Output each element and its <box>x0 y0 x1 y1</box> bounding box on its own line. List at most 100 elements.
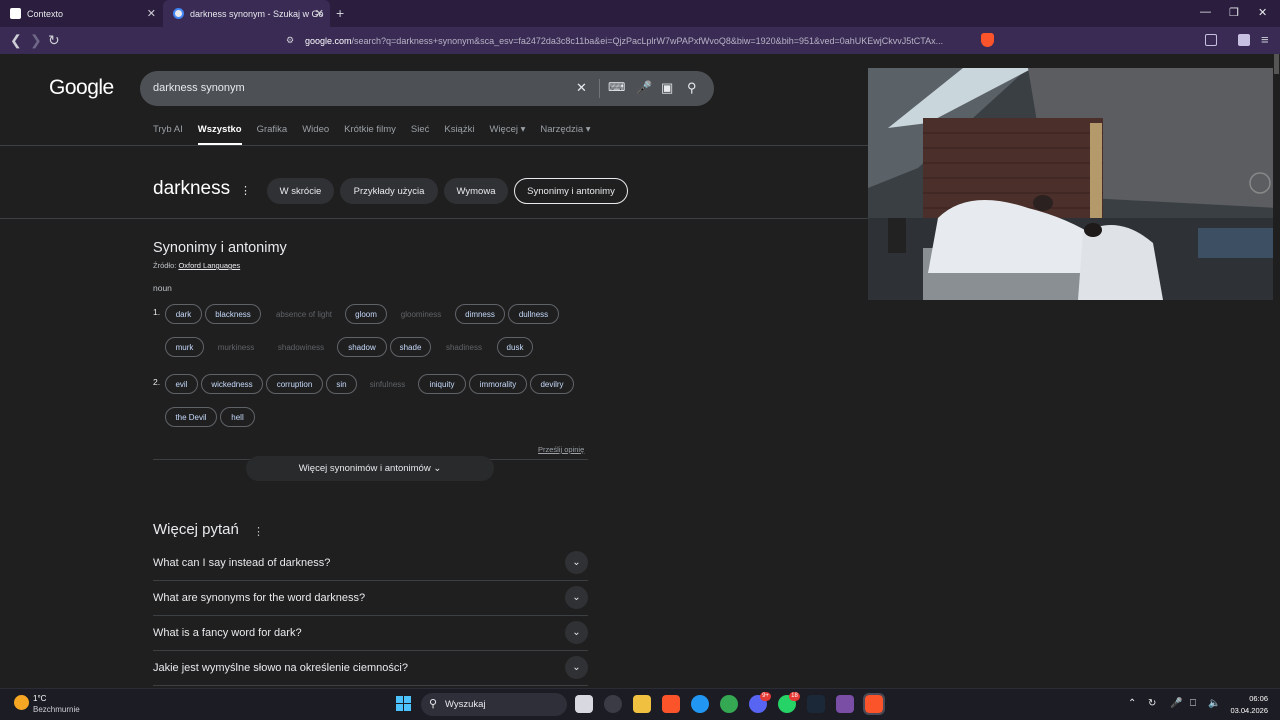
microphone-icon[interactable]: 🎤 <box>636 80 652 96</box>
synonym-chip[interactable]: dimness <box>455 304 505 324</box>
tab-contexto[interactable]: Contexto ✕ <box>0 0 162 27</box>
close-window-button[interactable]: ✕ <box>1258 6 1267 19</box>
sidebar-icon[interactable] <box>1205 34 1217 46</box>
chip-przyklady-uzycia[interactable]: Przykłady użycia <box>340 178 438 204</box>
chevron-down-icon[interactable]: ⌄ <box>565 656 588 679</box>
brave-active-icon[interactable] <box>863 693 885 715</box>
weather-temperature[interactable]: 1°C <box>33 694 46 703</box>
taskbar-search[interactable]: ⚲ Wyszukaj <box>421 693 567 716</box>
synonym-chip[interactable]: shadow <box>337 337 387 357</box>
chevron-down-icon[interactable]: ⌄ <box>565 551 588 574</box>
microphone-icon[interactable]: 🎤 <box>1170 698 1182 709</box>
maps-icon[interactable] <box>836 695 854 713</box>
tab-wiecej[interactable]: Więcej ▾ <box>489 124 525 145</box>
question-item[interactable]: What is a fancy word for dark? ⌄ <box>153 616 588 651</box>
whatsapp-icon[interactable]: 18 <box>778 692 800 713</box>
video-overlay[interactable] <box>868 68 1277 300</box>
synonym-chip[interactable]: gloominess <box>390 304 452 324</box>
brave-icon[interactable] <box>662 695 680 713</box>
weather-moon-icon[interactable] <box>14 695 29 710</box>
synonym-chip[interactable]: devilry <box>530 374 574 394</box>
forward-arrow-icon[interactable]: ❯ <box>30 32 42 49</box>
search-icon[interactable]: ⚲ <box>687 80 697 96</box>
reload-icon[interactable]: ↻ <box>48 32 60 49</box>
synonym-chip[interactable]: shadiness <box>434 337 494 357</box>
keyboard-icon[interactable]: ⌨ <box>608 80 625 94</box>
weather-description[interactable]: Bezchmurnie <box>33 705 80 714</box>
volume-icon[interactable]: 🔈 <box>1208 698 1220 709</box>
close-tab-icon[interactable]: ✕ <box>147 7 156 20</box>
minimize-button[interactable]: — <box>1200 6 1211 18</box>
network-icon[interactable]: ⎕ <box>1190 698 1196 709</box>
synonym-chip[interactable]: sinfulness <box>360 374 415 394</box>
synonym-chip[interactable]: the Devil <box>165 407 217 427</box>
profile-icon[interactable] <box>1238 34 1250 46</box>
windows-start-icon[interactable] <box>396 696 412 712</box>
clock-time[interactable]: 06:06 <box>1248 694 1268 703</box>
synonym-chip[interactable]: corruption <box>266 374 323 394</box>
tab-krotkie-filmy[interactable]: Krótkie filmy <box>344 124 396 145</box>
synonym-chip[interactable]: evil <box>165 374 198 394</box>
chrome-icon[interactable] <box>720 695 738 713</box>
synonym-chip[interactable]: dullness <box>508 304 559 324</box>
synonym-chip[interactable]: shadowiness <box>268 337 334 357</box>
copilot-icon[interactable] <box>604 695 622 713</box>
tab-narzedzia[interactable]: Narzędzia ▾ <box>540 124 590 145</box>
tab-google-search[interactable]: darkness synonym - Szukaj w Go ✕ <box>163 0 330 27</box>
more-options-icon[interactable]: ⋮ <box>253 525 264 538</box>
synonym-chip[interactable]: wickedness <box>201 374 263 394</box>
address-bar[interactable]: google.com/search?q=darkness+synonym&sca… <box>305 31 985 50</box>
chevron-down-icon[interactable]: ⌄ <box>565 621 588 644</box>
synonym-chip[interactable]: blackness <box>205 304 261 324</box>
synonym-chip[interactable]: dark <box>165 304 202 324</box>
synonym-chip[interactable]: sin <box>326 374 357 394</box>
sync-icon[interactable]: ↻ <box>1148 698 1156 709</box>
new-tab-button[interactable]: + <box>336 5 344 21</box>
synonym-chip[interactable]: immorality <box>469 374 527 394</box>
scrollbar[interactable] <box>1273 54 1280 688</box>
synonym-chip[interactable]: hell <box>220 407 255 427</box>
synonym-chip[interactable]: dusk <box>497 337 533 357</box>
question-item[interactable]: What can I say instead of darkness? ⌄ <box>153 546 588 581</box>
chip-synonimy-i-antonimy[interactable]: Synonimy i antonimy <box>514 178 628 204</box>
menu-icon[interactable]: ≡ <box>1261 32 1269 47</box>
tab-wideo[interactable]: Wideo <box>302 124 329 145</box>
lens-icon[interactable]: ▣ <box>661 80 673 96</box>
tab-siec[interactable]: Sieć <box>411 124 429 145</box>
clear-icon[interactable]: ✕ <box>576 80 587 96</box>
synonym-chip[interactable]: iniquity <box>418 374 466 394</box>
tab-tryb-ai[interactable]: Tryb AI <box>153 124 183 145</box>
synonym-chip[interactable]: shade <box>390 337 431 357</box>
tab-grafika[interactable]: Grafika <box>257 124 288 145</box>
file-explorer-icon[interactable] <box>633 695 651 713</box>
more-synonyms-button[interactable]: Więcej synonimów i antonimów ⌄ <box>246 456 494 481</box>
maximize-button[interactable]: ❐ <box>1229 6 1239 19</box>
tab-wszystko[interactable]: Wszystko <box>197 124 242 145</box>
back-arrow-icon[interactable]: ❮ <box>10 32 22 49</box>
ccleaner-icon[interactable] <box>691 695 709 713</box>
site-settings-icon[interactable]: ⚙ <box>286 35 294 46</box>
chip-w-skrocie[interactable]: W skrócie <box>267 178 334 204</box>
google-logo[interactable]: Google <box>49 76 114 100</box>
synonym-chip[interactable]: murk <box>165 337 204 357</box>
synonym-chip[interactable]: gloom <box>345 304 387 324</box>
question-item[interactable]: What are synonyms for the word darkness?… <box>153 581 588 616</box>
question-item[interactable]: Jakie jest wymyślne słowo na określenie … <box>153 651 588 686</box>
search-input[interactable] <box>153 79 553 97</box>
chevron-up-icon[interactable]: ⌃ <box>1128 698 1136 709</box>
clock-date[interactable]: 03.04.2026 <box>1228 706 1268 715</box>
search-box[interactable]: ✕ ⌨ 🎤 ▣ ⚲ <box>140 71 714 106</box>
scrollbar-thumb[interactable] <box>1274 54 1279 74</box>
synonym-chip[interactable]: absence of light <box>265 304 343 324</box>
close-tab-icon[interactable]: ✕ <box>315 7 324 20</box>
steam-icon[interactable] <box>807 695 825 713</box>
task-view-icon[interactable] <box>575 695 593 713</box>
brave-shields-icon[interactable] <box>981 33 994 47</box>
feedback-link[interactable]: Prześlij opinię <box>538 445 584 454</box>
more-options-icon[interactable]: ⋮ <box>240 184 251 197</box>
synonym-chip[interactable]: murkiness <box>207 337 265 357</box>
tab-ksiazki[interactable]: Książki <box>444 124 474 145</box>
chevron-down-icon[interactable]: ⌄ <box>565 586 588 609</box>
source-link[interactable]: Oxford Languages <box>178 261 240 270</box>
discord-icon[interactable]: 9+ <box>749 692 771 713</box>
